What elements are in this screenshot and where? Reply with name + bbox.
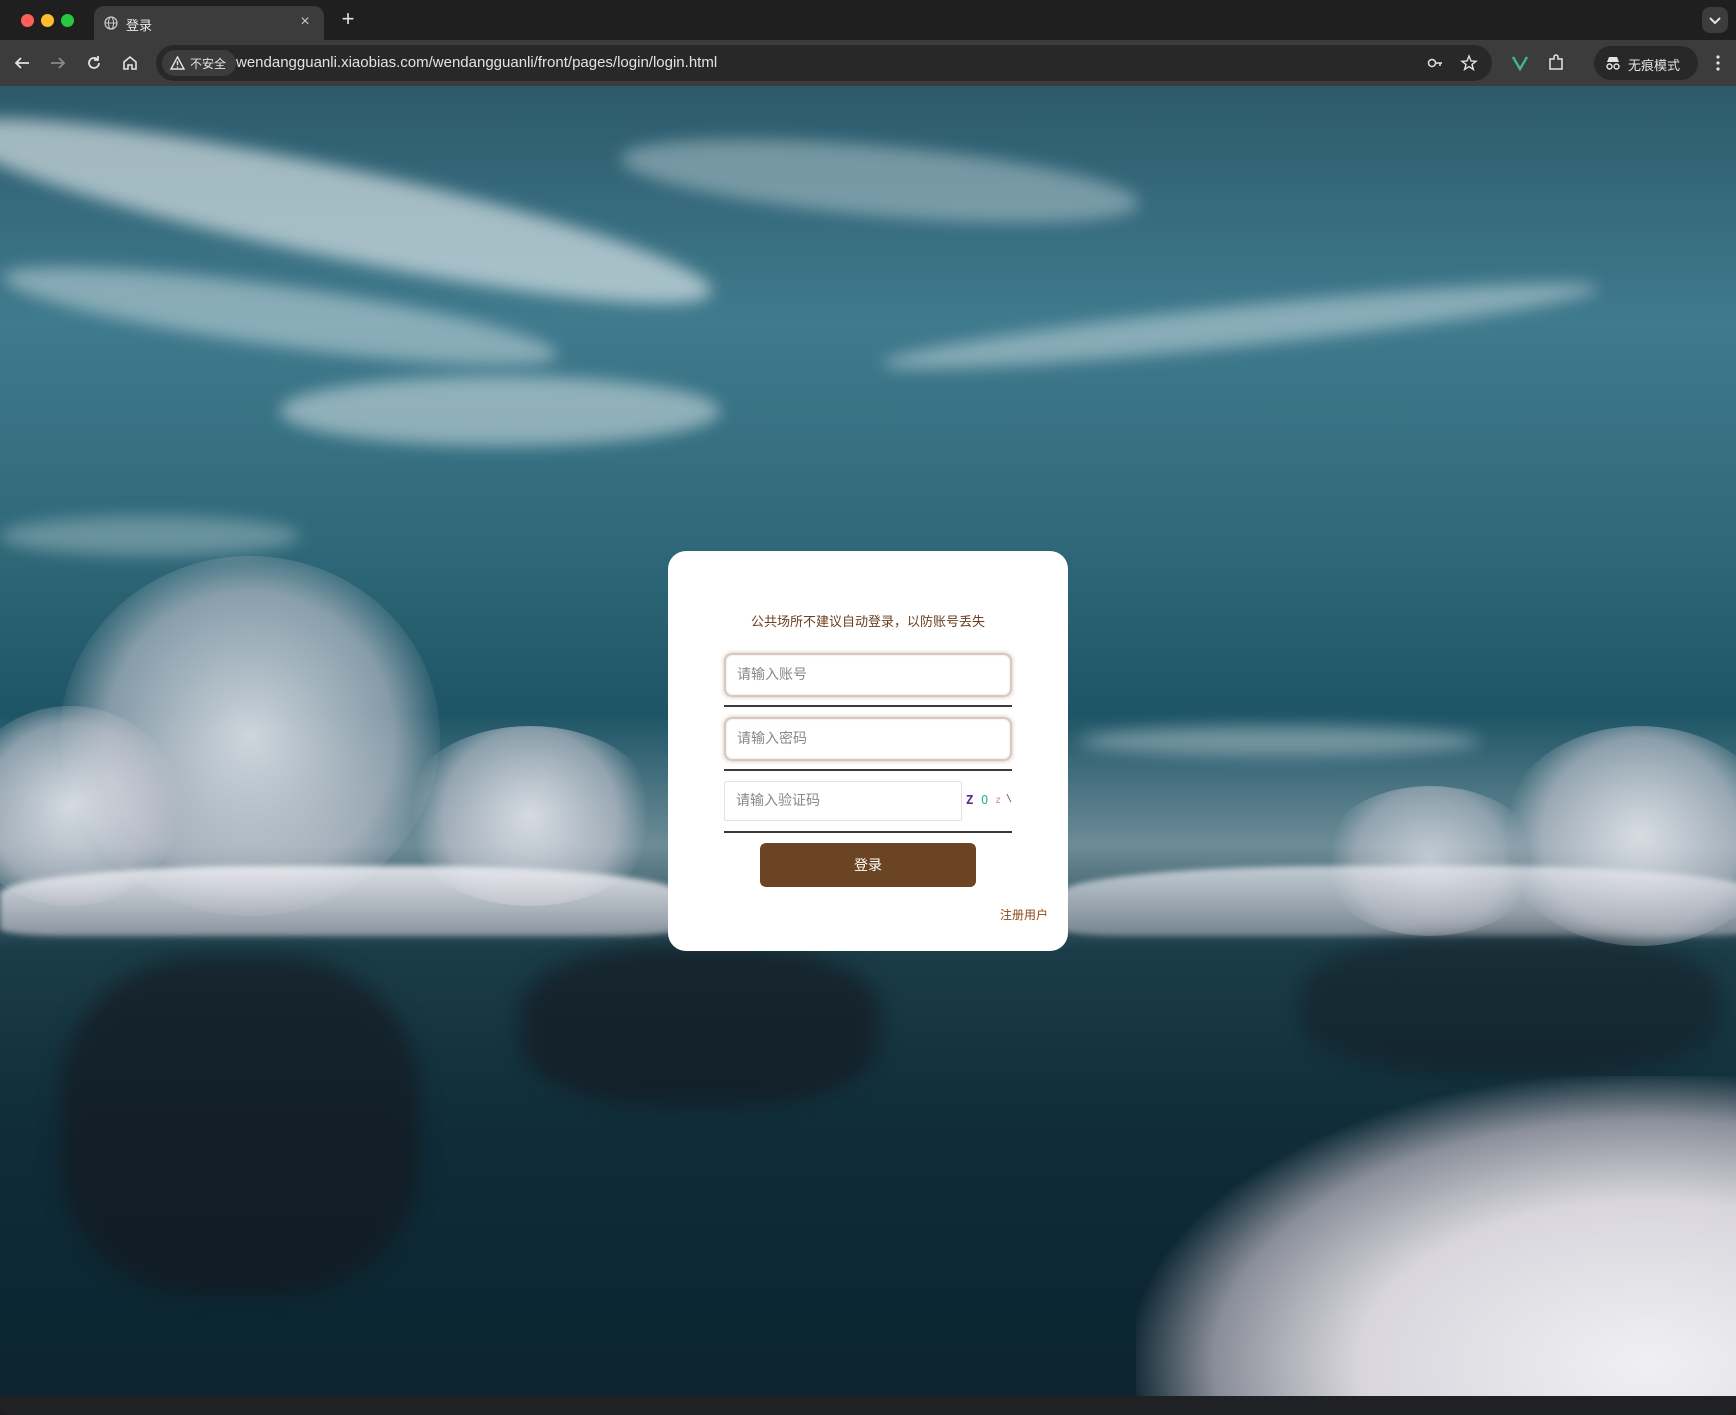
tab-search-button[interactable] <box>1702 7 1728 33</box>
captcha-input[interactable] <box>724 781 962 821</box>
close-window-button[interactable] <box>21 14 34 27</box>
browser-window: 登录 × + 不安全 wendangguanli.xiaobias.com/we… <box>0 0 1736 1415</box>
incognito-label: 无痕模式 <box>1628 59 1681 74</box>
account-input[interactable] <box>724 653 1012 697</box>
browser-toolbar: 不安全 wendangguanli.xiaobias.com/wendanggu… <box>0 40 1736 86</box>
auto-login-notice: 公共场所不建议自动登录，以防账号丢失 <box>750 615 985 630</box>
close-tab-icon[interactable]: × <box>296 13 314 31</box>
captcha-char: O <box>981 793 989 807</box>
password-field-group <box>724 717 1012 771</box>
captcha-field-group: Z O z \ <box>724 781 1014 833</box>
forward-icon[interactable] <box>48 53 68 73</box>
star-icon[interactable] <box>1460 54 1478 72</box>
tab-login[interactable]: 登录 × <box>94 6 324 40</box>
chevron-down-icon <box>1709 17 1721 25</box>
incognito-chip[interactable]: 无痕模式 <box>1594 46 1698 80</box>
password-divider <box>724 769 1012 771</box>
minimize-window-button[interactable] <box>41 14 54 27</box>
captcha-char: Z <box>966 793 974 807</box>
register-link[interactable]: 注册用户 <box>1000 906 1048 923</box>
captcha-char: z <box>995 795 1002 806</box>
login-button[interactable]: 登录 <box>760 843 976 887</box>
page-viewport: 公共场所不建议自动登录，以防账号丢失 Z O z \ 登录 <box>0 86 1736 1396</box>
tab-title: 登录 <box>126 19 153 34</box>
home-icon[interactable] <box>120 53 140 73</box>
account-field-group <box>724 653 1012 707</box>
key-icon[interactable] <box>1426 54 1444 72</box>
tab-strip: 登录 × + <box>0 0 1736 40</box>
password-input[interactable] <box>724 717 1012 761</box>
reload-icon[interactable] <box>84 53 104 73</box>
url-text: wendangguanli.xiaobias.com/wendangguanli… <box>236 54 718 71</box>
security-label: 不安全 <box>190 57 227 71</box>
account-divider <box>724 705 1012 707</box>
maximize-window-button[interactable] <box>61 14 74 27</box>
new-tab-button[interactable]: + <box>336 8 360 32</box>
captcha-char: \ <box>1006 793 1013 804</box>
globe-icon <box>104 16 118 30</box>
warning-icon <box>170 56 185 70</box>
security-chip[interactable]: 不安全 <box>162 50 236 76</box>
more-menu-icon[interactable] <box>1708 53 1728 73</box>
back-icon[interactable] <box>12 53 32 73</box>
vue-devtools-icon[interactable] <box>1510 53 1530 73</box>
captcha-divider <box>724 831 1012 833</box>
login-card: 公共场所不建议自动登录，以防账号丢失 Z O z \ 登录 <box>668 551 1068 951</box>
incognito-icon <box>1606 57 1620 70</box>
captcha-image[interactable]: Z O z \ <box>964 785 1014 817</box>
extensions-icon[interactable] <box>1546 53 1566 73</box>
address-bar[interactable]: 不安全 wendangguanli.xiaobias.com/wendanggu… <box>156 45 1492 81</box>
